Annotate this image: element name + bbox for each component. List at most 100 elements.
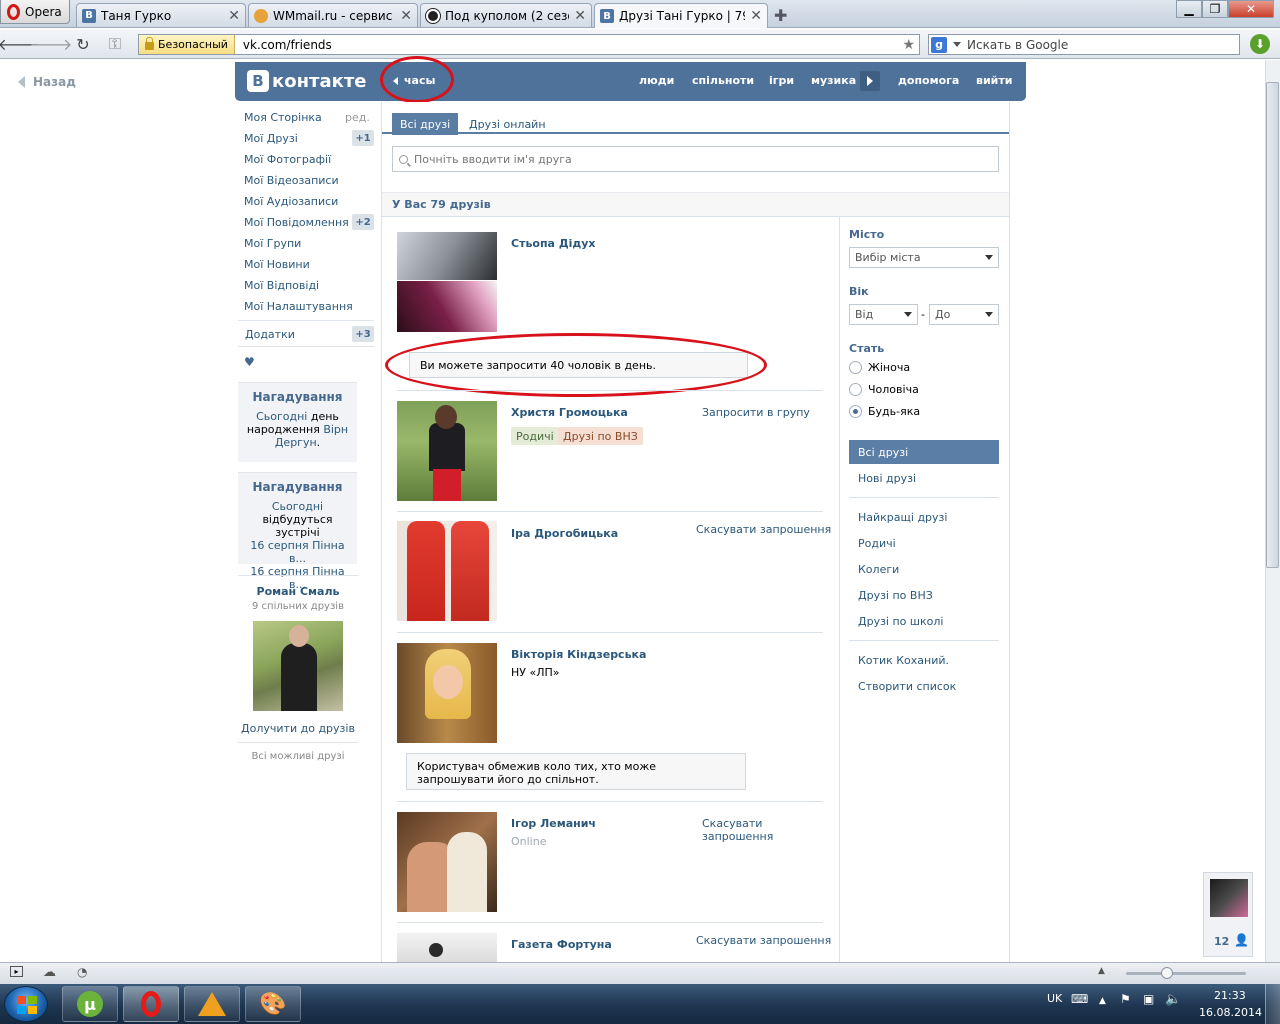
sex-radio-female[interactable]: Жіноча — [849, 361, 910, 374]
forward-arrow-icon[interactable]: 🡒 — [30, 35, 73, 54]
back-link[interactable]: Назад — [18, 75, 76, 89]
sex-radio-any[interactable]: Будь-яка — [849, 405, 920, 418]
chevron-down-icon[interactable] — [953, 42, 961, 47]
sidebar-item-photos[interactable]: Мої Фотографії — [244, 153, 331, 166]
friend-name[interactable]: Вікторія Кіндзерська — [511, 648, 646, 661]
key-icon[interactable]: ⚿ — [106, 34, 124, 53]
collapse-arrow-icon[interactable]: ▲ — [1098, 966, 1105, 976]
friend-name[interactable]: Іра Дрогобицька — [511, 527, 618, 540]
tab-all-friends[interactable]: Всі друзі — [392, 113, 459, 135]
panel-toggle-icon[interactable]: ▸ — [10, 966, 23, 977]
url-text[interactable]: vk.com/friends — [235, 38, 903, 52]
opera-taskbar-button[interactable] — [123, 986, 179, 1022]
radio-circle[interactable] — [849, 361, 862, 374]
add-friend-link[interactable]: Долучити до друзів — [238, 722, 358, 735]
close-tab-icon[interactable]: ✕ — [574, 8, 586, 24]
friend-search-input[interactable]: Почніть вводити ім'я друга — [392, 146, 999, 172]
chat-avatar[interactable] — [1210, 879, 1248, 917]
nav-games[interactable]: ігри — [769, 74, 794, 87]
browser-tab[interactable]: WMmail.ru - сервис п... ✕ — [248, 3, 418, 27]
close-tab-icon[interactable]: ✕ — [400, 8, 412, 24]
sidebar-item-videos[interactable]: Мої Відеозаписи — [244, 174, 339, 187]
radio-circle[interactable] — [849, 383, 862, 396]
list-university-friends[interactable]: Друзі по ВНЗ — [849, 583, 999, 607]
music-play-icon[interactable] — [860, 71, 880, 91]
nav-help[interactable]: допомога — [898, 74, 959, 87]
search-field[interactable]: g Искать в Google — [928, 34, 1240, 55]
vk-logo[interactable]: В контакте — [247, 70, 366, 92]
maximize-icon[interactable]: ❐ — [1202, 0, 1228, 18]
browser-tab[interactable]: B Таня Гурко ✕ — [76, 3, 246, 27]
sidebar-item-my-page[interactable]: Моя Сторінка — [244, 111, 322, 124]
sidebar-item-groups[interactable]: Мої Групи — [244, 237, 301, 250]
friend-photo[interactable] — [397, 232, 497, 332]
suggestion-photo[interactable] — [253, 621, 343, 711]
scrollbar-thumb[interactable] — [1266, 82, 1279, 568]
friend-photo[interactable] — [397, 521, 497, 621]
cancel-invite-link[interactable]: Скасувати запрошення — [702, 817, 792, 843]
nav-people[interactable]: люди — [639, 74, 674, 87]
reminder-today-link[interactable]: Сьогодні — [242, 500, 353, 513]
sidebar-item-news[interactable]: Мої Новини — [244, 258, 310, 271]
friend-photo[interactable] — [397, 643, 497, 743]
security-badge[interactable]: Безопасный — [139, 35, 235, 54]
sidebar-item-answers[interactable]: Мої Відповіді — [244, 279, 319, 292]
cancel-invite-link[interactable]: Скасувати запрошення — [696, 934, 831, 947]
friend-photo[interactable] — [397, 933, 497, 962]
paint-taskbar-button[interactable]: 🎨 — [245, 986, 301, 1022]
create-list-link[interactable]: Створити список — [849, 674, 999, 698]
close-window-icon[interactable]: ✕ — [1228, 0, 1274, 18]
browser-tab-active[interactable]: B Друзі Тані Гурко | 79 д... ✕ — [594, 3, 768, 28]
tray-expand-icon[interactable]: ▲ — [1099, 996, 1106, 1006]
friend-photo[interactable] — [397, 401, 497, 501]
utorrent-taskbar-button[interactable]: µ — [62, 986, 118, 1022]
bookmark-star-icon[interactable]: ★ — [902, 37, 915, 53]
age-to-select[interactable]: До — [929, 304, 999, 325]
opera-menu-button[interactable]: Opera — [0, 0, 70, 24]
friend-name[interactable]: Стьопа Дідух — [511, 237, 596, 250]
close-tab-icon[interactable]: ✕ — [228, 8, 240, 24]
zoom-slider-thumb[interactable] — [1161, 967, 1173, 979]
edit-link[interactable]: ред. — [345, 111, 370, 124]
back-arrow-icon[interactable]: 🡐 — [0, 35, 40, 54]
network-icon[interactable]: ▣ — [1143, 992, 1154, 1006]
heart-icon[interactable]: ♥ — [244, 355, 255, 369]
new-tab-icon[interactable]: ✚ — [774, 6, 787, 25]
reminder-today-link[interactable]: Сьогодні — [256, 410, 307, 423]
all-possible-friends-link[interactable]: Всі можливі друзі — [238, 751, 358, 762]
chat-widget[interactable]: 12 👤 — [1203, 872, 1253, 957]
nav-music[interactable]: музика — [811, 74, 856, 87]
browser-tab[interactable]: Под куполом (2 сезон... ✕ — [420, 3, 592, 27]
clock-date[interactable]: 16.08.2014 — [1199, 1006, 1262, 1019]
start-button[interactable] — [4, 986, 48, 1022]
volume-icon[interactable]: 🔈 — [1165, 992, 1181, 1007]
reminder-event-link[interactable]: 16 серпня Пінна в... — [242, 539, 353, 565]
action-center-flag-icon[interactable]: ⚑ — [1120, 992, 1131, 1006]
list-custom[interactable]: Котик Коханий. — [849, 648, 999, 672]
friend-name[interactable]: Христя Громоцька — [511, 406, 628, 419]
keyboard-icon[interactable]: ⌨ — [1071, 992, 1088, 1006]
tab-friends-online[interactable]: Друзі онлайн — [461, 113, 554, 135]
download-icon[interactable]: ⬇ — [1250, 34, 1270, 54]
minimize-icon[interactable]: ▁ — [1176, 0, 1202, 18]
age-from-select[interactable]: Від — [849, 304, 918, 325]
show-desktop-button[interactable] — [1265, 984, 1280, 1024]
sidebar-item-apps[interactable]: Додатки — [245, 328, 295, 341]
speed-dial-icon[interactable]: ◔ — [77, 965, 87, 979]
sidebar-item-settings[interactable]: Мої Налаштування — [244, 300, 353, 313]
city-select[interactable]: Вибір міста — [849, 247, 999, 268]
cancel-invite-link[interactable]: Скасувати запрошення — [696, 523, 831, 536]
address-field[interactable]: Безопасный vk.com/friends ★ — [138, 34, 920, 55]
list-best-friends[interactable]: Найкращі друзі — [849, 505, 999, 529]
list-colleagues[interactable]: Колеги — [849, 557, 999, 581]
suggestion-name[interactable]: Роман Смаль — [238, 585, 358, 598]
sex-radio-male[interactable]: Чоловіча — [849, 383, 919, 396]
aimp-taskbar-button[interactable] — [184, 986, 240, 1022]
list-school-friends[interactable]: Друзі по школі — [849, 609, 999, 633]
list-new-friends[interactable]: Нові друзі — [849, 466, 999, 490]
list-all-friends[interactable]: Всі друзі — [849, 440, 999, 464]
friend-photo[interactable] — [397, 812, 497, 912]
friend-name[interactable]: Ігор Леманич — [511, 817, 596, 830]
list-relatives[interactable]: Родичі — [849, 531, 999, 555]
sidebar-item-audio[interactable]: Мої Аудіозаписи — [244, 195, 338, 208]
